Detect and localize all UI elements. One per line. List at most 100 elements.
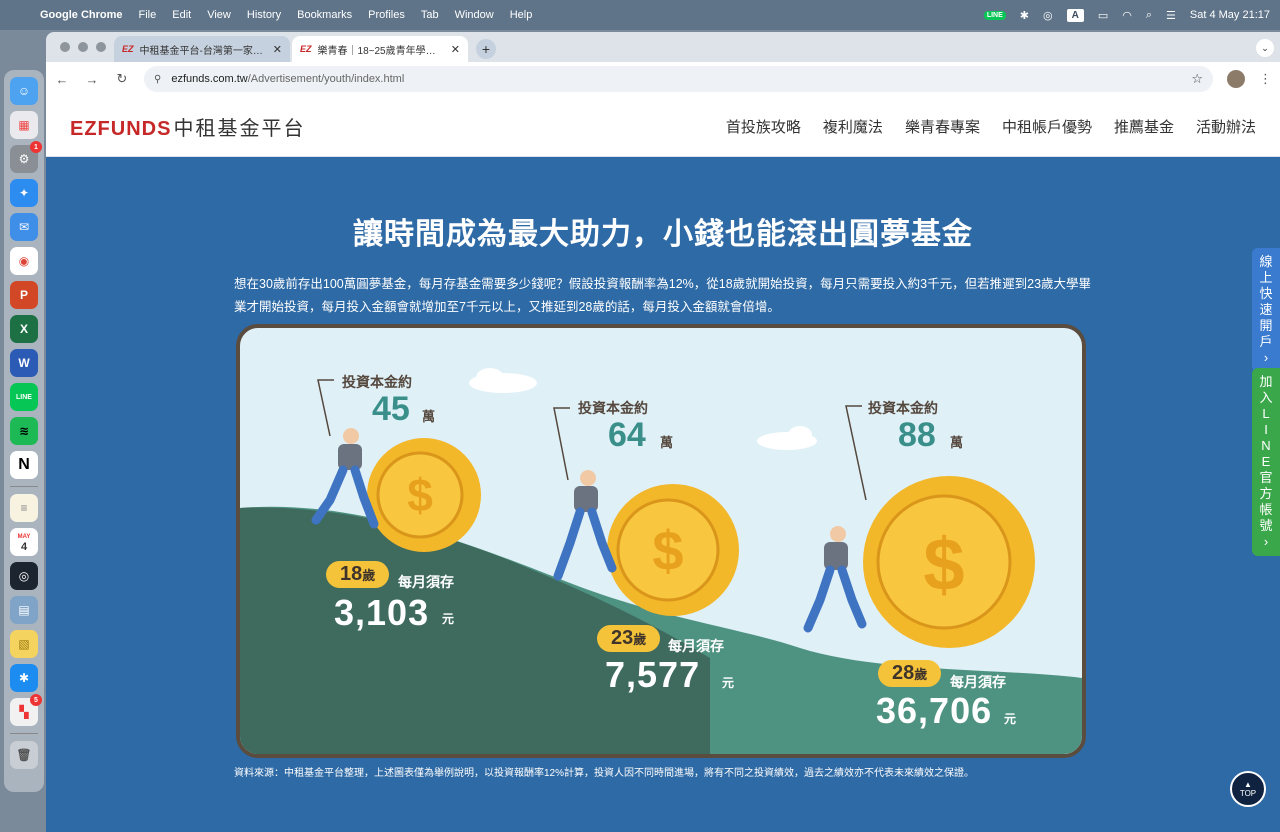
menu-bookmarks[interactable]: Bookmarks <box>297 9 352 21</box>
menu-profiles[interactable]: Profiles <box>368 9 405 21</box>
nav-compound-magic[interactable]: 複利魔法 <box>823 116 883 137</box>
side-char: 官 <box>1259 470 1273 485</box>
system-settings-icon[interactable]: ⚙ 1 <box>10 141 42 173</box>
excel-icon[interactable]: X <box>10 315 38 343</box>
back-arrow-icon[interactable]: ← <box>54 72 70 87</box>
status-area: LINE ✱ ◎ A ▭ ◠ ⌕ ☰ Sat 4 May 21:17 <box>983 0 1270 30</box>
chrome-icon[interactable]: ◉ <box>10 247 38 275</box>
menu-tab[interactable]: Tab <box>421 9 439 21</box>
menu-view[interactable]: View <box>207 9 231 21</box>
bookmark-star-icon[interactable]: ☆ <box>1191 71 1203 87</box>
close-tab-icon[interactable]: ✕ <box>451 43 460 56</box>
powerpoint-icon[interactable]: P <box>10 281 38 309</box>
line-status-icon[interactable]: LINE <box>983 10 1006 20</box>
principal-unit: 萬 <box>422 409 436 424</box>
reload-icon[interactable]: ↻ <box>114 71 130 87</box>
airdrop-icon[interactable]: ◎ <box>1043 9 1053 22</box>
dock-separator <box>10 486 38 487</box>
menu-app-name[interactable]: Google Chrome <box>40 9 123 21</box>
preview-icon[interactable]: ▤ <box>10 596 38 624</box>
site-header: EZFUNDS 中租基金平台 首投族攻略 複利魔法 樂青春專案 中租帳戶優勢 推… <box>46 96 1280 157</box>
age-unit: 歲 <box>914 667 928 682</box>
trash-icon[interactable]: 🗑 <box>10 741 38 769</box>
caret-up-icon: ▲ <box>1244 780 1252 789</box>
menu-window[interactable]: Window <box>455 9 494 21</box>
line-app-icon[interactable]: LINE <box>10 383 38 411</box>
side-char: 方 <box>1259 486 1273 501</box>
control-center-icon[interactable]: ☰ <box>1166 9 1176 22</box>
chrome-menu-icon[interactable]: ⋮ <box>1259 71 1272 87</box>
ezfunds-logo[interactable]: EZFUNDS 中租基金平台 <box>70 112 305 141</box>
side-char: 線 <box>1259 254 1273 269</box>
chevron-right-icon: › <box>1263 350 1269 365</box>
stickies-icon[interactable]: ▧ <box>10 630 38 658</box>
nav-event-rules[interactable]: 活動辦法 <box>1196 116 1256 137</box>
bluetooth-app-icon[interactable]: ✱ <box>10 664 38 692</box>
side-char: E <box>1261 454 1271 469</box>
age-badge: 18歲 <box>326 561 390 588</box>
menu-file[interactable]: File <box>139 9 157 21</box>
dock-separator <box>10 733 38 734</box>
nav-youth-plan[interactable]: 樂青春專案 <box>905 116 980 137</box>
menu-help[interactable]: Help <box>510 9 533 21</box>
url-path: /Advertisement/youth/index.html <box>247 73 405 85</box>
browser-window: EZ 中租基金平台-台灣第一家線上基金平台 ✕ EZ 樂青春｜18~25歲青年學… <box>46 32 1280 832</box>
principal-value: 45 <box>372 390 410 428</box>
person-body <box>574 486 598 512</box>
notion-icon[interactable]: N <box>10 451 38 479</box>
tab-ezfunds-home[interactable]: EZ 中租基金平台-台灣第一家線上基金平台 ✕ <box>114 36 290 62</box>
monthly-amount: 7,577 <box>605 654 701 695</box>
finder-icon[interactable]: ☺ <box>10 77 38 105</box>
menu-history[interactable]: History <box>247 9 281 21</box>
side-char: I <box>1264 422 1268 437</box>
join-line-official-tab[interactable]: 加 入 L I N E 官 方 帳 號 › <box>1252 368 1280 556</box>
tab-youth-account[interactable]: EZ 樂青春｜18~25歲青年學生帳戶 ✕ <box>292 36 468 62</box>
principal-label: 投資本金約 <box>868 400 938 416</box>
input-source-indicator[interactable]: A <box>1066 8 1084 22</box>
cloud-icon <box>476 368 504 388</box>
side-char: 入 <box>1259 390 1273 405</box>
principal-unit: 萬 <box>950 435 964 450</box>
back-to-top-button[interactable]: ▲ TOP <box>1230 771 1266 807</box>
appstore-icon[interactable]: ▚ 5 <box>10 694 42 726</box>
close-tab-icon[interactable]: ✕ <box>273 43 282 56</box>
close-window-button[interactable] <box>60 42 70 52</box>
nav-first-investor[interactable]: 首投族攻略 <box>726 116 801 137</box>
calendar-icon[interactable]: MAY 4 <box>10 528 38 556</box>
launchpad-icon[interactable]: ▦ <box>10 111 38 139</box>
mail-icon[interactable]: ✉ <box>10 213 38 241</box>
dollar-sign-icon: $ <box>407 469 433 521</box>
zoom-window-button[interactable] <box>96 42 106 52</box>
principal-label: 投資本金約 <box>342 374 412 390</box>
menu-edit[interactable]: Edit <box>172 9 191 21</box>
macos-menubar: Google Chrome File Edit View History Boo… <box>0 0 1280 30</box>
nav-recommended-funds[interactable]: 推薦基金 <box>1114 116 1174 137</box>
quicktime-icon[interactable]: ◎ <box>10 562 38 590</box>
nav-account-advantages[interactable]: 中租帳戶優勢 <box>1002 116 1092 137</box>
person-body <box>824 542 848 570</box>
age-unit: 歲 <box>633 632 647 647</box>
safari-icon[interactable]: ✦ <box>10 179 38 207</box>
notes-icon[interactable]: ≡ <box>10 494 38 522</box>
side-char: 號 <box>1259 518 1273 533</box>
wifi-icon[interactable]: ◠ <box>1122 9 1132 22</box>
quick-open-account-tab[interactable]: 線 上 快 速 開 戶 › <box>1252 248 1280 372</box>
minimize-window-button[interactable] <box>78 42 88 52</box>
site-nav: 首投族攻略 複利魔法 樂青春專案 中租帳戶優勢 推薦基金 活動辦法 <box>726 116 1256 137</box>
new-tab-button[interactable]: + <box>476 39 496 59</box>
tab-search-button[interactable]: ⌄ <box>1256 39 1274 57</box>
spotify-icon[interactable]: ≋ <box>10 417 38 445</box>
profile-avatar[interactable] <box>1227 70 1245 88</box>
person-legs <box>803 565 867 633</box>
search-icon[interactable]: ⌕ <box>1146 9 1152 22</box>
forward-arrow-icon[interactable]: → <box>84 72 100 87</box>
site-info-icon[interactable]: ⚲ <box>154 74 161 85</box>
menubar-clock[interactable]: Sat 4 May 21:17 <box>1190 9 1270 21</box>
word-icon[interactable]: W <box>10 349 38 377</box>
top-label: TOP <box>1239 789 1257 798</box>
principal-label: 投資本金約 <box>578 400 648 416</box>
battery-icon[interactable]: ▭ <box>1098 9 1108 22</box>
bluetooth-icon[interactable]: ✱ <box>1020 9 1029 22</box>
hero-headline: 讓時間成為最大助力，小錢也能滾出圓夢基金 <box>353 218 973 251</box>
address-bar[interactable]: ⚲ ezfunds.com.tw/Advertisement/youth/ind… <box>144 66 1213 92</box>
